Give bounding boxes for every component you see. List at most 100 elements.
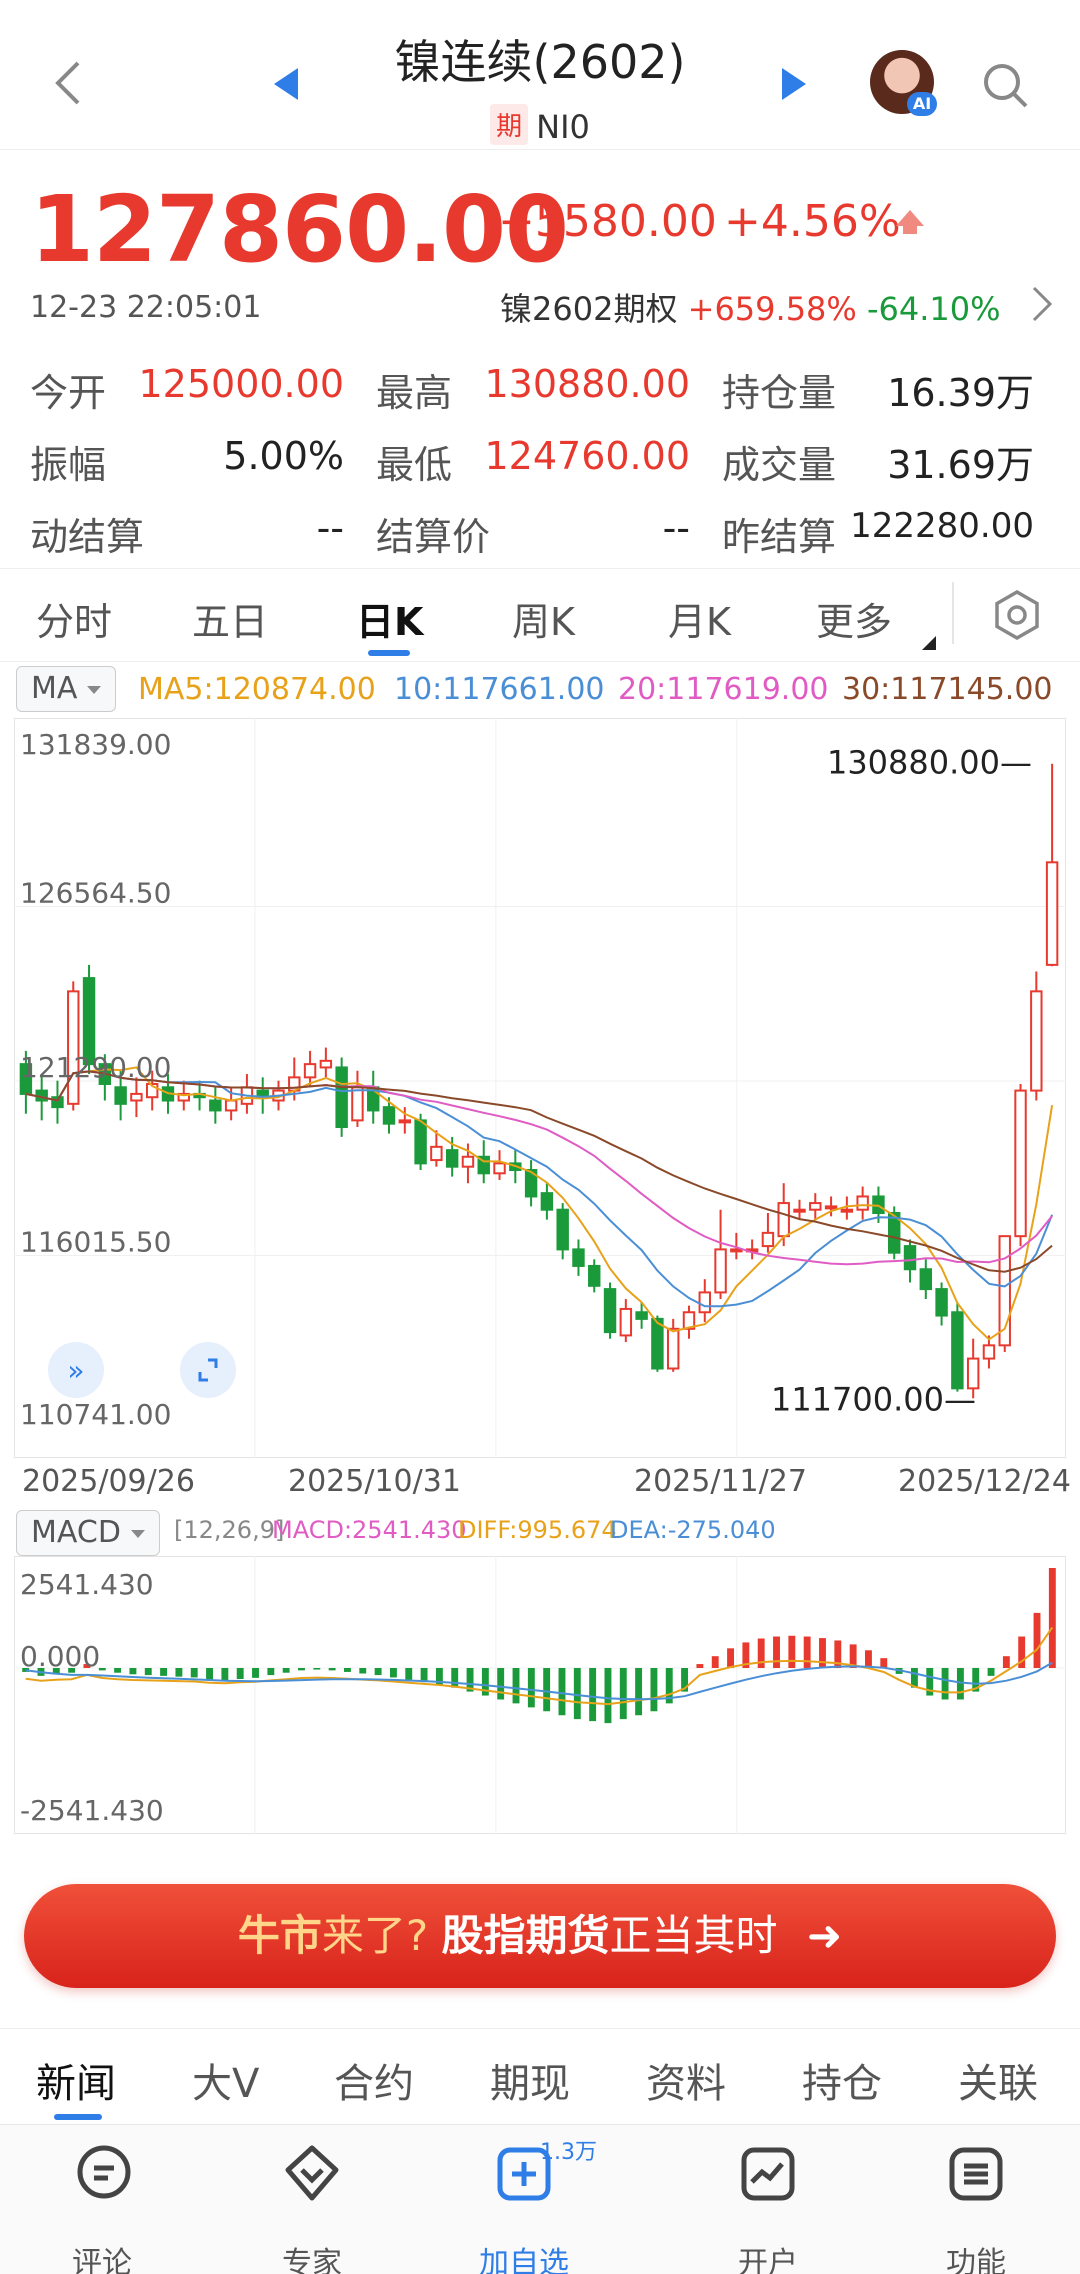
nav-function[interactable]: 功能 (916, 2238, 1036, 2274)
price-change: +5580.00 (498, 196, 717, 247)
candle-down (919, 1268, 933, 1291)
fullscreen-icon (180, 1342, 236, 1398)
candle-up (793, 1208, 806, 1213)
macd-indicator-select[interactable]: MACD (16, 1510, 160, 1556)
tab-contract[interactable]: 合约 (334, 2051, 414, 2109)
function-icon[interactable] (944, 2142, 1008, 2206)
candle-up (224, 1099, 238, 1112)
active-news-tab-indicator (54, 2114, 102, 2120)
tab-news[interactable]: 新闻 (36, 2051, 116, 2109)
tab-more[interactable]: 更多 (816, 591, 892, 646)
stat-label: 最高 (376, 371, 453, 415)
chevron-right-icon[interactable] (1030, 284, 1054, 324)
tab-positions[interactable]: 持仓 (802, 2051, 882, 2109)
tab-related[interactable]: 关联 (958, 2051, 1038, 2109)
candle-up (840, 1208, 854, 1213)
tab-big-v[interactable]: 大V (192, 2051, 259, 2109)
stat-value: 122280.00 (850, 506, 1034, 546)
candle-up (1030, 990, 1043, 1092)
candle-up (319, 1059, 333, 1069)
ma30-value: 30:117145.00 (842, 672, 1053, 707)
stat-label: 持仓量 (722, 371, 837, 415)
candle-up (982, 1344, 996, 1360)
option-up: +659.58% (687, 290, 857, 328)
comment-icon[interactable] (72, 2142, 136, 2206)
stat-value: 125000.00 (138, 362, 345, 406)
nav-expert[interactable]: 专家 (252, 2238, 372, 2274)
macd-y-tick-label: 2541.430 (20, 1568, 154, 1601)
x-axis-label: 2025/09/26 (22, 1464, 195, 1499)
option-link[interactable]: 镍2602期权 +659.58% -64.10% (500, 284, 1001, 330)
candle-down (588, 1264, 601, 1287)
macd-params: [12,26,9] (174, 1516, 285, 1544)
candle-up (461, 1155, 475, 1168)
nav-add-watchlist[interactable]: 加自选 (464, 2238, 584, 2274)
expert-icon[interactable] (280, 2142, 344, 2206)
stat-value: 124760.00 (484, 434, 691, 478)
ma5-value: MA5:120874.00 (138, 672, 376, 707)
tab-intraday[interactable]: 分时 (36, 591, 112, 646)
ma-indicator-select[interactable]: MA (16, 666, 117, 712)
macd-chart[interactable]: 2541.430 0.000 -2541.430 (14, 1556, 1066, 1834)
stat-value: 130880.00 (484, 362, 691, 406)
candle-down (603, 1288, 617, 1334)
stat-label: 动结算 (30, 515, 145, 559)
chevron-down-icon (87, 686, 102, 694)
candle-up (67, 990, 80, 1105)
more-dropdown-icon (922, 636, 936, 650)
candle-down (445, 1149, 459, 1168)
stat-value: -- (316, 506, 344, 550)
macd-frame (14, 1556, 1066, 1834)
up-arrow-stem (903, 224, 917, 234)
open-account-icon[interactable] (736, 2142, 800, 2206)
nav-open-account[interactable]: 开户 (708, 2238, 828, 2274)
settings-icon[interactable] (990, 588, 1044, 642)
candle-up (493, 1162, 506, 1175)
candle-down (540, 1192, 554, 1211)
contract-subtitle: NI0 (536, 108, 590, 146)
banner-text-3: 股指期货 (441, 1911, 610, 1960)
y-tick-label: 131839.00 (20, 728, 171, 761)
arrow-right-icon: ➜ (806, 1911, 843, 1960)
tab-five-day[interactable]: 五日 (192, 591, 268, 646)
candle-up (730, 1248, 743, 1253)
active-tab-indicator (368, 650, 410, 656)
banner-text-1: 牛市 (237, 1911, 322, 1960)
y-tick-label: 121290.00 (20, 1051, 171, 1084)
stat-value: 16.39万 (887, 371, 1034, 415)
candle-up (1014, 1089, 1027, 1238)
search-icon[interactable] (980, 60, 1030, 110)
nav-comment[interactable]: 评论 (42, 2238, 162, 2274)
stat-label: 昨结算 (722, 515, 837, 559)
macd-select-label: MACD (31, 1515, 121, 1550)
stat-label: 成交量 (722, 443, 837, 487)
candle-down (572, 1248, 585, 1267)
y-tick-label: 116015.50 (20, 1226, 171, 1259)
double-chevron-icon: » (67, 1354, 84, 1387)
tab-monthly-k[interactable]: 月K (668, 591, 731, 646)
candlestick-chart[interactable]: 131839.00 126564.50 121290.00 116015.50 1107… (14, 718, 1066, 1458)
next-contract-icon[interactable] (782, 68, 806, 100)
tab-daily-k[interactable]: 日K (356, 591, 423, 646)
candle-up (777, 1202, 790, 1238)
x-axis-label: 2025/11/27 (634, 1464, 807, 1499)
chevron-down-icon (130, 1530, 145, 1538)
candle-up (714, 1248, 727, 1294)
tab-weekly-k[interactable]: 周K (512, 591, 575, 646)
promo-banner[interactable]: 牛市来了? 股指期货正当其时 ➜ (24, 1884, 1056, 1988)
candle-down (651, 1317, 664, 1370)
candle-down (951, 1311, 964, 1390)
tab-data[interactable]: 资料 (646, 2051, 726, 2109)
ai-badge: AI (907, 92, 937, 116)
top-bar: 镍连续(2602) 期 NI0 AI (0, 0, 1080, 150)
diff-value: DIFF:995.674 (458, 1516, 617, 1544)
stat-label: 结算价 (376, 515, 491, 559)
tab-futures-spot[interactable]: 期现 (490, 2051, 570, 2109)
candle-down (335, 1066, 348, 1128)
option-down: -64.10% (866, 290, 1001, 328)
candle-up (761, 1231, 775, 1248)
y-tick-label: 126564.50 (20, 877, 171, 910)
diff-line (25, 1626, 1054, 1706)
candle-down (635, 1311, 648, 1320)
banner-text-2: 来了? (321, 1911, 429, 1960)
